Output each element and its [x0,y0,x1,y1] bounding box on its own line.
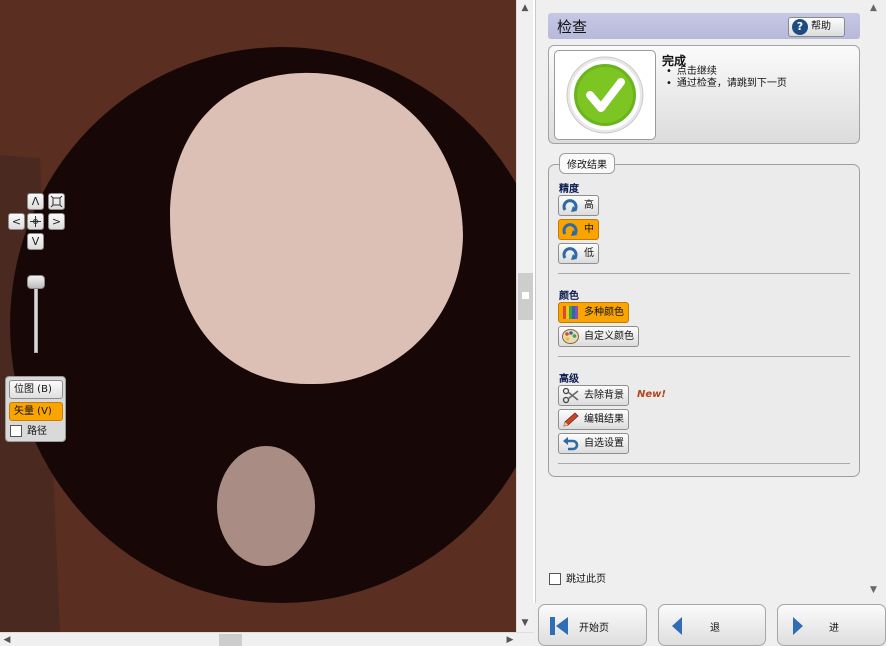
panel-scrollbar[interactable]: ▲ ▼ [866,0,886,603]
help-icon: ? [792,19,808,35]
path-checkbox[interactable] [10,425,22,437]
app-window: Λ < > V 位图 (B) 矢量 (V) 路径 ▲ ▼ ◀ ▶ ▲ ▼ 检查 … [0,0,886,646]
vector-mode-button[interactable]: 矢量 (V) [9,402,63,421]
undo-arrow-icon [563,437,579,451]
skip-page-toggle[interactable]: 跳过此页 [549,573,606,586]
divider [558,273,850,274]
custom-settings-label: 自选设置 [584,438,624,449]
custom-settings-button[interactable]: 自选设置 [558,433,629,454]
precision-high-button[interactable]: 高 [558,195,599,216]
edit-result-button[interactable]: 编辑结果 [558,409,629,430]
view-mode-panel: 位图 (B) 矢量 (V) 路径 [5,376,66,442]
edit-result-label: 编辑结果 [584,414,624,425]
scroll-up-arrow[interactable]: ▲ [517,0,533,16]
canvas-horizontal-scrollbar[interactable]: ◀ ▶ [0,632,533,646]
pan-right-button[interactable]: > [48,213,65,230]
vector-preview [0,0,516,632]
back-button[interactable]: 退 [658,604,766,646]
status-bullet: 点击继续 [666,66,787,78]
zoom-slider-track[interactable] [34,283,38,353]
zoom-slider-thumb[interactable] [27,275,45,289]
precision-heading: 精度 [559,184,579,195]
fit-to-screen-icon[interactable] [48,193,65,210]
panel-title-bar: 检查 ? 帮助 [548,13,860,39]
precision-low-button[interactable]: 低 [558,243,599,264]
remove-background-label: 去除背景 [584,390,624,401]
skip-page-label: 跳过此页 [566,574,606,585]
precision-high-label: 高 [584,200,594,211]
color-heading: 颜色 [559,291,579,302]
scissors-icon [562,387,579,404]
page-title: 检查 [557,18,588,36]
first-page-icon [550,617,568,635]
refresh-icon [562,199,578,212]
small-oval [217,446,315,566]
forward-label: 进 [829,623,839,634]
back-arrow-icon [672,617,682,635]
forward-button[interactable]: 进 [777,604,886,646]
image-canvas[interactable]: Λ < > V 位图 (B) 矢量 (V) 路径 [0,0,516,632]
pan-up-button[interactable]: Λ [27,193,44,210]
divider [558,463,850,464]
new-badge: New! [637,389,666,400]
horizontal-scroll-thumb[interactable] [219,634,242,646]
center-icon[interactable] [27,213,44,230]
custom-color-label: 自定义颜色 [584,331,634,342]
start-page-button[interactable]: 开始页 [538,604,647,646]
skip-page-checkbox[interactable] [549,573,561,585]
back-label: 退 [710,623,720,634]
panel-scroll-up[interactable]: ▲ [870,3,877,13]
pencil-icon [563,412,579,427]
vertical-scroll-thumb[interactable] [518,273,533,320]
precision-medium-button[interactable]: 中 [558,219,599,240]
custom-color-button[interactable]: 自定义颜色 [558,326,639,347]
path-label: 路径 [27,426,47,437]
multi-color-label: 多种颜色 [584,307,624,318]
refresh-icon [562,223,578,236]
divider [558,356,850,357]
help-button[interactable]: ? 帮助 [788,17,845,37]
advanced-heading: 高级 [559,374,579,385]
palette-icon [562,329,579,344]
scroll-left-arrow[interactable]: ◀ [0,633,14,646]
help-label: 帮助 [811,21,831,32]
scroll-down-arrow[interactable]: ▼ [517,615,533,631]
precision-medium-label: 中 [584,224,594,235]
scroll-right-arrow[interactable]: ▶ [503,633,517,646]
multicolor-icon [563,306,578,319]
panel-scroll-down[interactable]: ▼ [870,585,877,595]
status-bullets: 点击继续 通过检查，请跳到下一页 [666,66,787,90]
pan-down-button[interactable]: V [27,233,44,250]
precision-low-label: 低 [584,248,594,259]
bitmap-mode-button[interactable]: 位图 (B) [9,380,63,399]
forward-arrow-icon [793,617,803,635]
pan-left-button[interactable]: < [8,213,25,230]
refresh-icon [562,247,578,260]
status-image [554,50,656,140]
remove-background-button[interactable]: 去除背景 [558,385,629,406]
canvas-vertical-scrollbar[interactable]: ▲ ▼ [516,0,533,632]
checkmark-icon [566,56,644,134]
start-page-label: 开始页 [579,623,609,634]
modify-results-legend: 修改结果 [559,153,615,174]
path-toggle[interactable]: 路径 [10,425,47,438]
status-box: 完成 点击继续 通过检查，请跳到下一页 [548,45,860,144]
multi-color-button[interactable]: 多种颜色 [558,302,629,323]
status-bullet: 通过检查，请跳到下一页 [666,78,787,90]
